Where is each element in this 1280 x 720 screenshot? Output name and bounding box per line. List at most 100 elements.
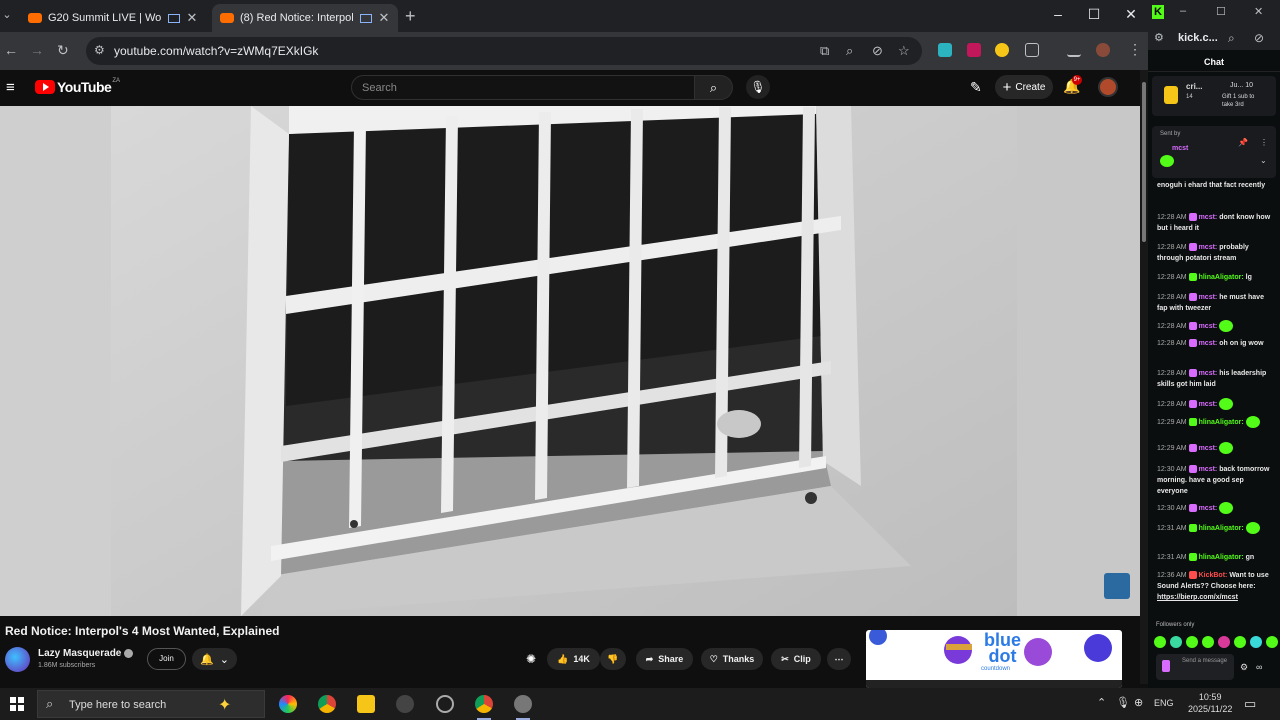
youtube-logo[interactable]: YouTube ZA — [35, 78, 120, 95]
subscribed-button[interactable]: 🔔 ⌄ — [192, 648, 237, 670]
site-info-icon[interactable]: ⚙ — [1154, 31, 1164, 44]
extension-icon[interactable] — [938, 43, 952, 57]
emote-icon[interactable] — [1266, 636, 1278, 648]
emote-icon[interactable] — [1154, 636, 1166, 648]
message-username[interactable]: mcst: — [1199, 244, 1218, 251]
chat-message-input[interactable]: Send a message — [1156, 654, 1234, 680]
bookmark-star-icon[interactable]: ☆ — [898, 43, 910, 59]
close-tab-icon[interactable]: ✕ — [186, 10, 198, 26]
scrollbar-thumb[interactable] — [1142, 82, 1146, 242]
gift-leaderboard[interactable]: cri... 14 Ju... 10 Gift 1 sub to take 3rd — [1152, 76, 1276, 116]
like-button[interactable]: 👍 14K — [547, 648, 600, 670]
extension-icon[interactable] — [995, 43, 1009, 57]
chat-message[interactable]: 12:31 AM hlinaAligator: gn — [1157, 552, 1275, 563]
file-explorer-icon[interactable] — [357, 695, 375, 713]
minimize-button[interactable]: – — [1180, 5, 1186, 17]
chat-message[interactable]: 12:28 AM mcst: — [1157, 320, 1275, 332]
chat-message[interactable]: 12:28 AM mcst: he must have fap with twee… — [1157, 292, 1275, 314]
tab-search-icon[interactable]: ⌄ — [0, 8, 14, 24]
emote-icon[interactable] — [1234, 636, 1246, 648]
network-icon[interactable]: ⊕ — [1134, 696, 1143, 709]
chrome-icon[interactable] — [318, 695, 336, 713]
chrome-icon[interactable] — [475, 695, 493, 720]
emote-icon[interactable] — [1186, 636, 1198, 648]
maximize-button[interactable]: ☐ — [1216, 5, 1226, 18]
zoom-icon[interactable]: ⌕ — [846, 43, 853, 59]
dislike-button[interactable]: 👎 — [600, 648, 626, 670]
message-username[interactable]: KickBot: — [1199, 572, 1228, 579]
message-username[interactable]: mcst: — [1199, 214, 1218, 221]
back-icon[interactable]: ← — [4, 42, 18, 58]
windows-start-icon[interactable] — [10, 697, 24, 711]
new-tab-button[interactable]: + — [405, 6, 416, 27]
clip-button[interactable]: ✂ Clip — [771, 648, 821, 670]
chat-message[interactable]: 12:28 AM mcst: his leadership skills got … — [1157, 368, 1275, 390]
obs-icon[interactable] — [396, 695, 414, 713]
chat-message-list[interactable]: enoguh i ehard that fact recently 12:28 A… — [1148, 180, 1280, 620]
chat-message[interactable]: enoguh i ehard that fact recently — [1157, 180, 1275, 191]
search-input[interactable]: Search — [351, 75, 695, 100]
eye-off-icon[interactable]: ⊘ — [1254, 31, 1264, 45]
sponsored-ad[interactable]: blue dot countdown — [866, 630, 1122, 688]
more-options-icon[interactable]: ⋮ — [1260, 138, 1268, 147]
minimize-button[interactable]: – — [1048, 6, 1068, 22]
message-username[interactable]: hlinaAligator: — [1199, 274, 1244, 281]
tab-red-notice[interactable]: (8) Red Notice: Interpol's 4 M ✕ — [212, 4, 398, 32]
tab-g20[interactable]: G20 Summit LIVE | World Le ✕ — [20, 4, 206, 32]
emote-icon[interactable] — [1202, 636, 1214, 648]
menu-kebab-icon[interactable]: ⋮ — [1128, 41, 1142, 58]
message-username[interactable]: mcst: — [1199, 340, 1218, 347]
extensions-puzzle-icon[interactable] — [1025, 43, 1039, 57]
language-indicator[interactable]: ENG — [1154, 698, 1174, 708]
chat-message[interactable]: 12:29 AM hlinaAligator: — [1157, 416, 1275, 428]
thanks-button[interactable]: ♡ Thanks — [701, 648, 763, 670]
close-window-button[interactable]: ✕ — [1254, 5, 1263, 18]
message-username[interactable]: mcst: — [1199, 466, 1218, 473]
system-clock[interactable]: 10:59 2025/11/22 — [1188, 691, 1232, 715]
message-username[interactable]: mcst: — [1199, 294, 1218, 301]
emote-icon[interactable] — [1170, 636, 1182, 648]
chat-message[interactable]: 12:29 AM mcst: — [1157, 442, 1275, 454]
media-control-icon[interactable] — [1067, 43, 1081, 57]
join-button[interactable]: Join — [147, 648, 186, 670]
kick-address-bar[interactable]: ⚙ kick.c... ⌕ ⊘ — [1148, 26, 1280, 50]
install-icon[interactable]: ⧉ — [820, 43, 829, 59]
message-username[interactable]: hlinaAligator: — [1199, 554, 1244, 561]
voice-search-mic-icon[interactable]: 🎙 — [746, 75, 770, 99]
copilot-icon[interactable] — [279, 695, 297, 713]
maximize-button[interactable]: ☐ — [1084, 6, 1104, 23]
reload-icon[interactable]: ↻ — [57, 42, 69, 59]
channel-watermark-icon[interactable] — [1104, 573, 1130, 599]
chat-message[interactable]: 12:28 AM mcst: oh on ig wow — [1157, 338, 1275, 349]
account-avatar[interactable] — [1098, 77, 1118, 97]
site-info-icon[interactable]: ⚙ — [94, 43, 105, 57]
address-bar[interactable]: ⚙ youtube.com/watch?v=zWMq7EXkIGk ⧉ ⌕ ⊘ … — [86, 37, 922, 65]
emote-icon[interactable] — [1250, 636, 1262, 648]
notifications-bell-icon[interactable]: 🔔 9+ — [1063, 75, 1082, 95]
notification-center-icon[interactable]: ▭ — [1244, 696, 1256, 712]
chat-message[interactable]: 12:30 AM mcst: — [1157, 502, 1275, 514]
hype-icon[interactable]: ✺ — [526, 652, 536, 666]
pin-icon[interactable]: 📌 — [1238, 138, 1248, 147]
hamburger-menu-icon[interactable]: ≡ — [6, 79, 15, 96]
eye-off-icon[interactable]: ⊘ — [872, 43, 883, 59]
message-username[interactable]: mcst: — [1199, 401, 1218, 408]
create-button[interactable]: + Create — [995, 75, 1053, 99]
chat-message[interactable]: 12:28 AM hlinaAligator: lg — [1157, 272, 1275, 283]
message-username[interactable]: mcst: — [1199, 323, 1218, 330]
emote-picker-icon[interactable]: ∞ — [1256, 662, 1262, 672]
share-button[interactable]: ➦ Share — [636, 648, 693, 670]
settings-gear-icon[interactable]: ⚙ — [1240, 662, 1248, 673]
close-window-button[interactable]: ✕ — [1121, 6, 1141, 23]
snipping-tool-icon[interactable] — [436, 695, 454, 713]
emote-icon[interactable] — [1218, 636, 1230, 648]
tray-chevron-icon[interactable]: ⌃ — [1097, 696, 1106, 709]
message-username[interactable]: mcst: — [1199, 505, 1218, 512]
page-scrollbar[interactable] — [1140, 70, 1148, 684]
taskbar-search-input[interactable]: ⌕ Type here to search ✦ — [37, 690, 265, 718]
chevron-down-icon[interactable]: ⌄ — [1260, 156, 1267, 165]
video-player[interactable] — [0, 106, 1140, 616]
chat-message[interactable]: 12:28 AM mcst: — [1157, 398, 1275, 410]
message-username[interactable]: hlinaAligator: — [1199, 525, 1244, 532]
cast-icon[interactable]: ✎ — [970, 79, 982, 96]
